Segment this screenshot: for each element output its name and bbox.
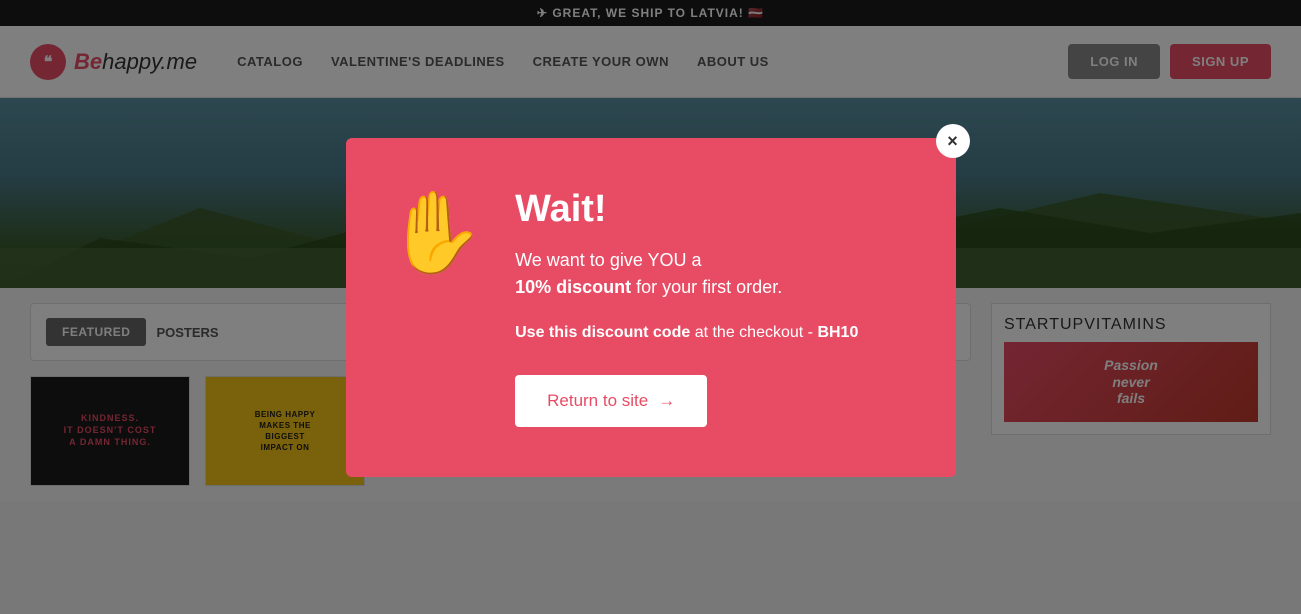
modal-desc-line2: for your first order. xyxy=(631,277,782,297)
return-to-site-button[interactable]: Return to site → xyxy=(515,375,707,427)
modal-dialog: × ✋ Wait! We want to give YOU a 10% disc… xyxy=(346,138,956,477)
modal-code-value: BH10 xyxy=(817,324,858,341)
modal-code-text: Use this discount code at the checkout -… xyxy=(515,321,905,345)
modal-body: Wait! We want to give YOU a 10% discount… xyxy=(515,188,905,427)
modal-close-button[interactable]: × xyxy=(936,124,970,158)
return-label: Return to site xyxy=(547,391,648,411)
modal-description: We want to give YOU a 10% discount for y… xyxy=(515,247,905,301)
modal-code-intro: Use this discount code xyxy=(515,324,690,341)
hand-icon: ✋ xyxy=(386,193,486,273)
modal-desc-bold: 10% discount xyxy=(515,277,631,297)
modal-title: Wait! xyxy=(515,188,905,231)
return-arrow-icon: → xyxy=(658,391,675,411)
modal-code-middle: at the checkout - xyxy=(690,324,817,341)
modal-desc-line1: We want to give YOU a xyxy=(515,250,701,270)
modal-overlay: × ✋ Wait! We want to give YOU a 10% disc… xyxy=(0,0,1301,614)
